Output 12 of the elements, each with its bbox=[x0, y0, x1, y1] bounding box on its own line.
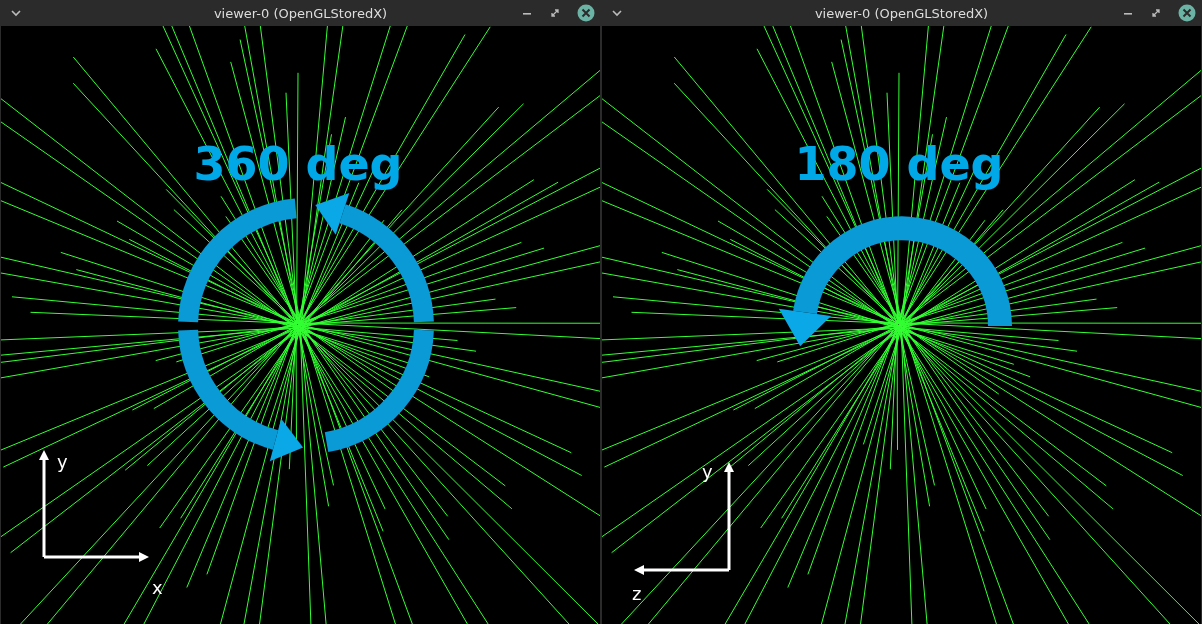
close-icon[interactable] bbox=[1178, 4, 1196, 22]
window-title: viewer-0 (OpenGLStoredX) bbox=[213, 5, 388, 21]
axis-label: y bbox=[57, 451, 68, 472]
axis-label: x bbox=[152, 577, 163, 598]
window-title: viewer-0 (OpenGLStoredX) bbox=[814, 5, 989, 21]
chevron-down-icon[interactable] bbox=[10, 7, 22, 19]
restore-icon[interactable] bbox=[549, 7, 561, 19]
axis-label: y bbox=[702, 461, 713, 482]
axis-label: z bbox=[632, 583, 642, 604]
restore-icon[interactable] bbox=[1150, 7, 1162, 19]
chevron-down-icon[interactable] bbox=[611, 7, 623, 19]
close-icon[interactable] bbox=[577, 4, 595, 22]
